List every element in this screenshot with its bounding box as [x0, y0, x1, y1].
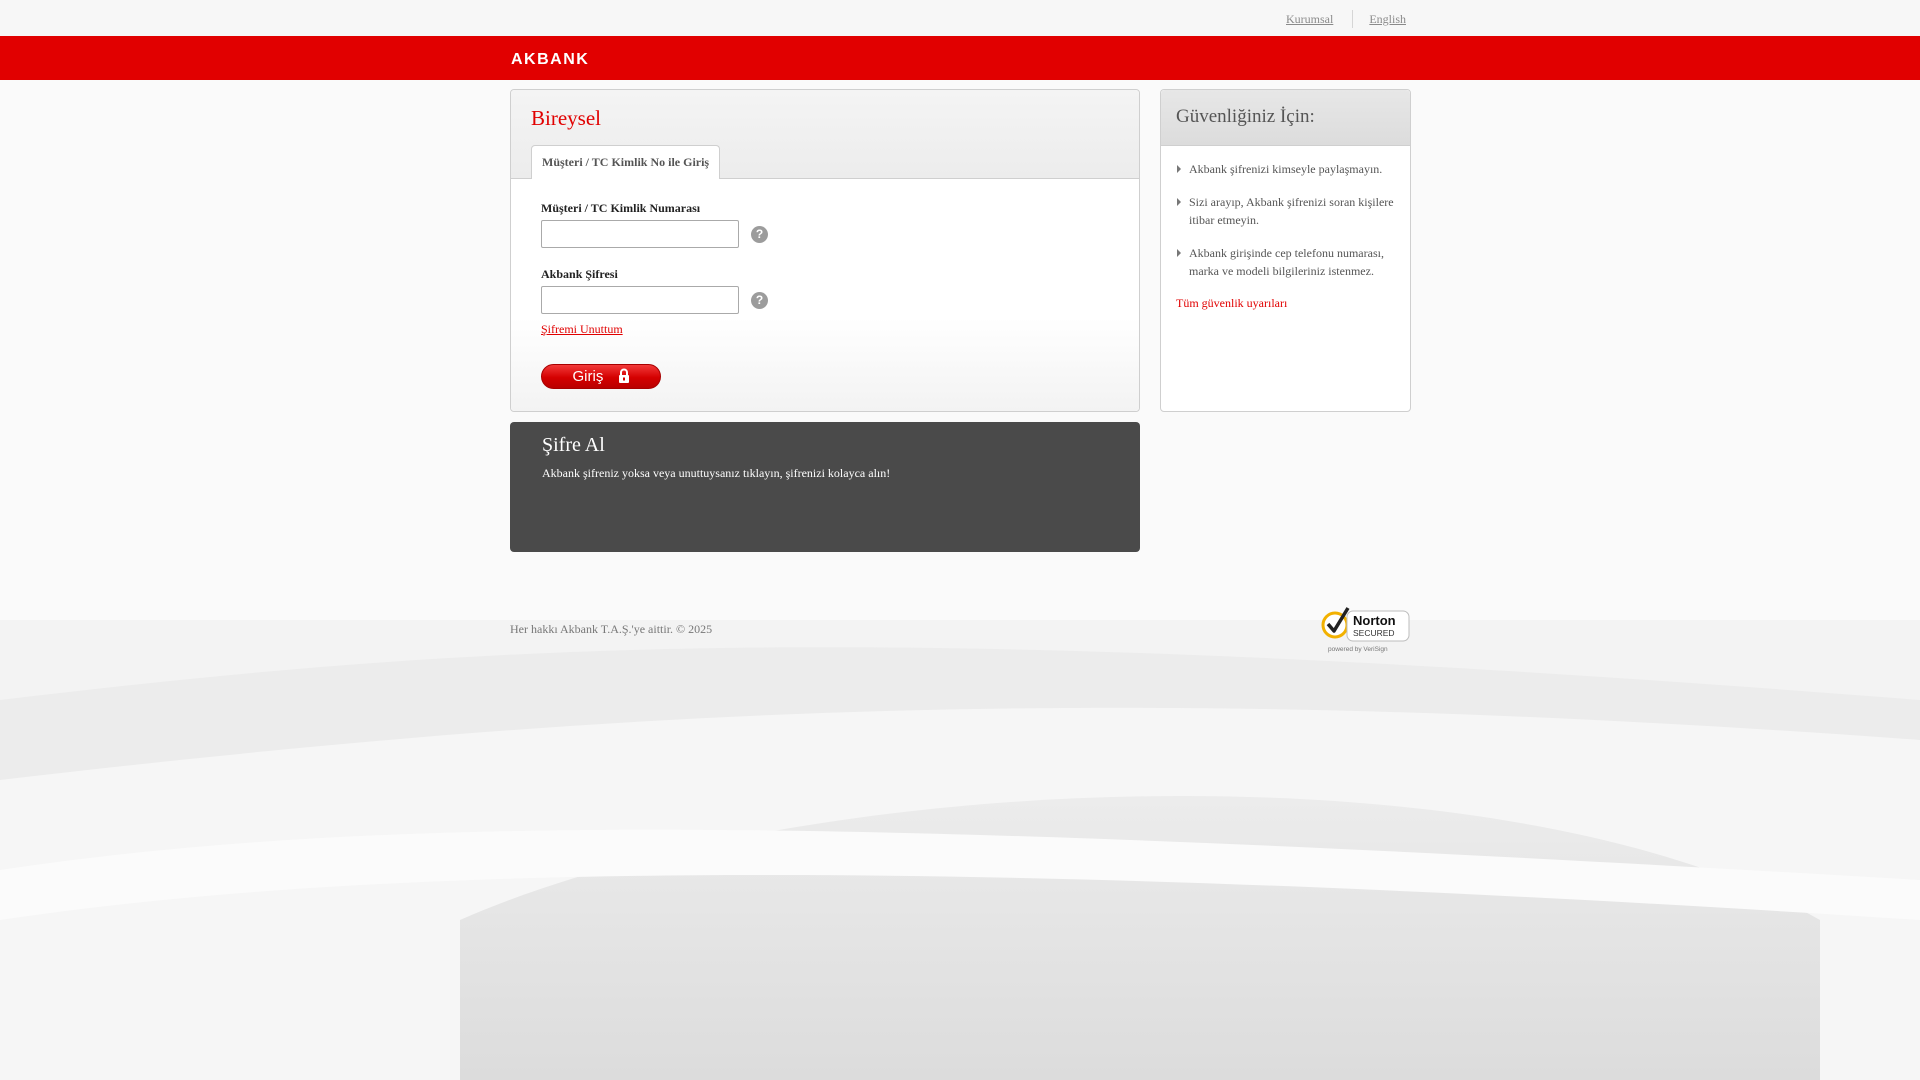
- divider: [1352, 10, 1354, 28]
- badge-line1: Norton: [1353, 613, 1396, 628]
- top-links: Kurumsal English: [1286, 10, 1406, 28]
- security-panel: Güvenliğiniz İçin: Akbank şifrenizi kims…: [1160, 89, 1411, 412]
- get-password-panel[interactable]: Şifre Al Akbank şifreniz yoksa veya unut…: [510, 422, 1140, 552]
- customer-number-input[interactable]: [541, 220, 739, 248]
- get-password-text: Akbank şifreniz yoksa veya unuttuysanız …: [542, 466, 891, 480]
- corporate-link[interactable]: Kurumsal: [1286, 12, 1333, 27]
- list-item: Sizi arayıp, Akbank şifrenizi soran kişi…: [1176, 193, 1401, 229]
- badge-line2: SECURED: [1353, 628, 1395, 638]
- list-item: Akbank girişinde cep telefonu numarası, …: [1176, 244, 1401, 280]
- copyright-text: Her hakkı Akbank T.A.Ş.'ye aittir. © 202…: [510, 622, 713, 636]
- password-label: Akbank Şifresi: [541, 267, 618, 281]
- login-button[interactable]: Giriş: [541, 364, 661, 389]
- akbank-logo[interactable]: AKBANK: [511, 50, 631, 66]
- get-password-title: Şifre Al: [542, 434, 605, 456]
- background-swoosh: [0, 620, 1920, 1080]
- security-panel-title: Güvenliğiniz İçin:: [1176, 106, 1315, 127]
- question-circle-icon[interactable]: ?: [751, 292, 768, 309]
- logo-text: AKBANK: [511, 51, 589, 66]
- list-item: Akbank şifrenizi kimseyle paylaşmayın.: [1176, 160, 1401, 178]
- security-tips-list: Akbank şifrenizi kimseyle paylaşmayın. S…: [1176, 160, 1401, 295]
- customer-number-label: Müşteri / TC Kimlik Numarası: [541, 201, 701, 215]
- english-link[interactable]: English: [1369, 12, 1406, 27]
- password-input[interactable]: [541, 286, 739, 314]
- login-form: Müşteri / TC Kimlik Numarası ? Akbank Şi…: [511, 179, 1139, 411]
- login-panel-header: Bireysel Müşteri / TC Kimlik No ile Giri…: [511, 90, 1139, 180]
- all-security-warnings-link[interactable]: Tüm güvenlik uyarıları: [1176, 296, 1287, 311]
- header-bar: AKBANK: [0, 36, 1920, 80]
- badge-line3: powered by VeriSign: [1328, 646, 1388, 653]
- login-button-label: Giriş: [572, 368, 604, 385]
- tab-customer-tc-login[interactable]: Müşteri / TC Kimlik No ile Giriş: [531, 145, 721, 180]
- lock-icon: [618, 368, 629, 383]
- question-circle-icon[interactable]: ?: [751, 226, 768, 243]
- norton-secured-badge[interactable]: Norton SECURED powered by VeriSign: [1321, 604, 1411, 654]
- security-panel-header: Güvenliğiniz İçin:: [1161, 90, 1410, 146]
- login-panel: Bireysel Müşteri / TC Kimlik No ile Giri…: [510, 89, 1140, 412]
- forgot-password-link[interactable]: Şifremi Unuttum: [541, 322, 623, 337]
- login-panel-title: Bireysel: [531, 106, 601, 130]
- top-bar: Kurumsal English: [0, 0, 1920, 36]
